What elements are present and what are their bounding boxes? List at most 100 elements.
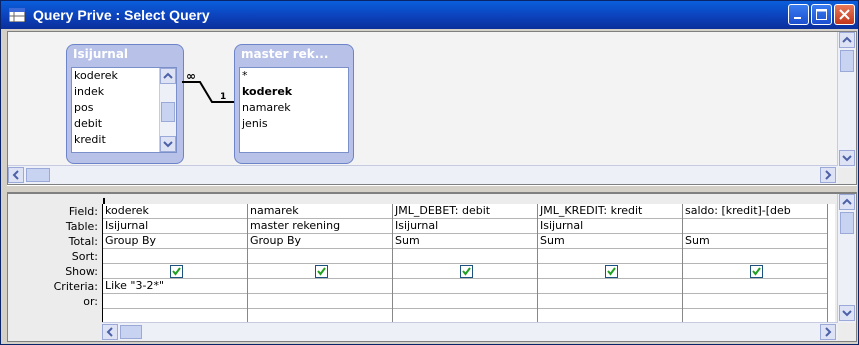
table-master-rekening[interactable]: master rek... * koderek namarek jenis: [234, 44, 354, 164]
row-label-total: Total:: [68, 235, 98, 248]
field-cell[interactable]: JML_KREDIT: kredit: [538, 204, 682, 219]
minimize-icon: [794, 17, 801, 19]
criteria-cell[interactable]: [393, 279, 537, 294]
sort-cell[interactable]: [248, 249, 392, 264]
or-cell[interactable]: [683, 294, 827, 309]
row-label-show: Show:: [65, 265, 98, 278]
pane-splitter[interactable]: [7, 185, 857, 193]
scroll-up-button[interactable]: [160, 68, 176, 84]
field-cell[interactable]: JML_DEBET: debit: [393, 204, 537, 219]
show-checkbox[interactable]: [459, 265, 473, 278]
grid-column[interactable]: saldo: [kredit]-[deb Sum: [683, 204, 828, 324]
field-cell[interactable]: saldo: [kredit]-[deb: [683, 204, 827, 219]
grid-vertical-scrollbar[interactable]: [837, 194, 856, 323]
many-label: ∞: [186, 72, 196, 83]
criteria-cell[interactable]: [683, 279, 827, 294]
table-cell[interactable]: [683, 219, 827, 234]
sort-cell[interactable]: [683, 249, 827, 264]
show-checkbox[interactable]: [169, 265, 183, 278]
table-cell[interactable]: Isijurnal: [103, 219, 247, 234]
or-cell[interactable]: [393, 294, 537, 309]
show-cell[interactable]: [248, 264, 392, 279]
show-cell[interactable]: [393, 264, 537, 279]
relationship-line[interactable]: ∞ 1: [182, 72, 242, 112]
sort-cell[interactable]: [393, 249, 537, 264]
table-isijurnal[interactable]: Isijurnal koderek indek pos debit kredit: [66, 44, 184, 164]
chevron-down-icon: [842, 310, 852, 317]
chevron-up-icon: [842, 198, 852, 205]
checkmark-icon: [171, 267, 181, 276]
show-checkbox[interactable]: [749, 265, 763, 278]
grid-column[interactable]: koderek Isijurnal Group By Like "3-2*": [103, 204, 248, 324]
maximize-button[interactable]: [811, 4, 832, 25]
close-button[interactable]: [834, 4, 855, 25]
window-title: Query Prive : Select Query: [33, 7, 210, 23]
table-canvas: Isijurnal koderek indek pos debit kredit: [8, 32, 838, 168]
show-cell[interactable]: [538, 264, 682, 279]
grid-column[interactable]: namarek master rekening Group By: [248, 204, 393, 324]
scroll-thumb[interactable]: [840, 50, 854, 72]
scroll-up-button[interactable]: [839, 194, 855, 210]
scroll-down-button[interactable]: [839, 305, 855, 321]
scroll-right-button[interactable]: [820, 324, 836, 340]
or-cell[interactable]: [103, 294, 247, 309]
field-list-scrollbar[interactable]: [159, 68, 176, 152]
chevron-right-icon: [825, 327, 832, 337]
chevron-right-icon: [825, 170, 832, 180]
table-cell[interactable]: master rekening: [248, 219, 392, 234]
query-grid: koderek Isijurnal Group By Like "3-2*" n…: [102, 198, 835, 324]
design-pane-horizontal-scrollbar[interactable]: [8, 165, 838, 184]
chevron-left-icon: [12, 170, 19, 180]
scroll-left-button[interactable]: [8, 167, 24, 183]
checkmark-icon: [316, 267, 326, 276]
scroll-down-button[interactable]: [160, 136, 176, 152]
table-cell[interactable]: Isijurnal: [538, 219, 682, 234]
total-cell[interactable]: Sum: [683, 234, 827, 249]
show-checkbox[interactable]: [314, 265, 328, 278]
scroll-thumb[interactable]: [26, 168, 50, 182]
checkmark-icon: [751, 267, 761, 276]
row-label-table: Table:: [65, 220, 98, 233]
table-cell[interactable]: Isijurnal: [393, 219, 537, 234]
criteria-cell[interactable]: Like "3-2*": [103, 279, 247, 294]
field-item[interactable]: jenis: [240, 116, 348, 132]
or-cell[interactable]: [248, 294, 392, 309]
criteria-cell[interactable]: [248, 279, 392, 294]
scroll-left-button[interactable]: [102, 324, 118, 340]
show-cell[interactable]: [103, 264, 247, 279]
show-cell[interactable]: [683, 264, 827, 279]
grid-column[interactable]: JML_DEBET: debit Isijurnal Sum: [393, 204, 538, 324]
grid-horizontal-scrollbar[interactable]: [102, 322, 838, 341]
close-icon: [839, 9, 850, 20]
field-item[interactable]: namarek: [240, 100, 348, 116]
design-grid-pane: Field: Table: Total: Sort: Show: Criteri…: [7, 193, 857, 342]
scroll-right-button[interactable]: [820, 167, 836, 183]
sort-cell[interactable]: [103, 249, 247, 264]
total-cell[interactable]: Sum: [538, 234, 682, 249]
field-item[interactable]: *: [240, 68, 348, 84]
sort-cell[interactable]: [538, 249, 682, 264]
field-list[interactable]: koderek indek pos debit kredit: [71, 67, 177, 153]
grid-column[interactable]: JML_KREDIT: kredit Isijurnal Sum: [538, 204, 683, 324]
total-cell[interactable]: Sum: [393, 234, 537, 249]
field-cell[interactable]: koderek: [103, 204, 247, 219]
scroll-up-button[interactable]: [839, 32, 855, 48]
field-cell[interactable]: namarek: [248, 204, 392, 219]
field-list[interactable]: * koderek namarek jenis: [239, 67, 349, 153]
design-pane-vertical-scrollbar[interactable]: [837, 32, 856, 168]
scroll-thumb[interactable]: [161, 102, 175, 122]
field-item-key[interactable]: koderek: [240, 84, 348, 100]
query-icon: [9, 8, 25, 22]
row-labels: Field: Table: Total: Sort: Show: Criteri…: [8, 204, 102, 309]
criteria-cell[interactable]: [538, 279, 682, 294]
total-cell[interactable]: Group By: [103, 234, 247, 249]
row-label-or: or:: [83, 295, 98, 308]
title-bar[interactable]: Query Prive : Select Query: [1, 1, 858, 29]
total-cell[interactable]: Group By: [248, 234, 392, 249]
scroll-down-button[interactable]: [839, 150, 855, 166]
minimize-button[interactable]: [788, 4, 809, 25]
scroll-thumb[interactable]: [120, 325, 142, 339]
or-cell[interactable]: [538, 294, 682, 309]
show-checkbox[interactable]: [604, 265, 618, 278]
scroll-thumb[interactable]: [840, 212, 854, 234]
